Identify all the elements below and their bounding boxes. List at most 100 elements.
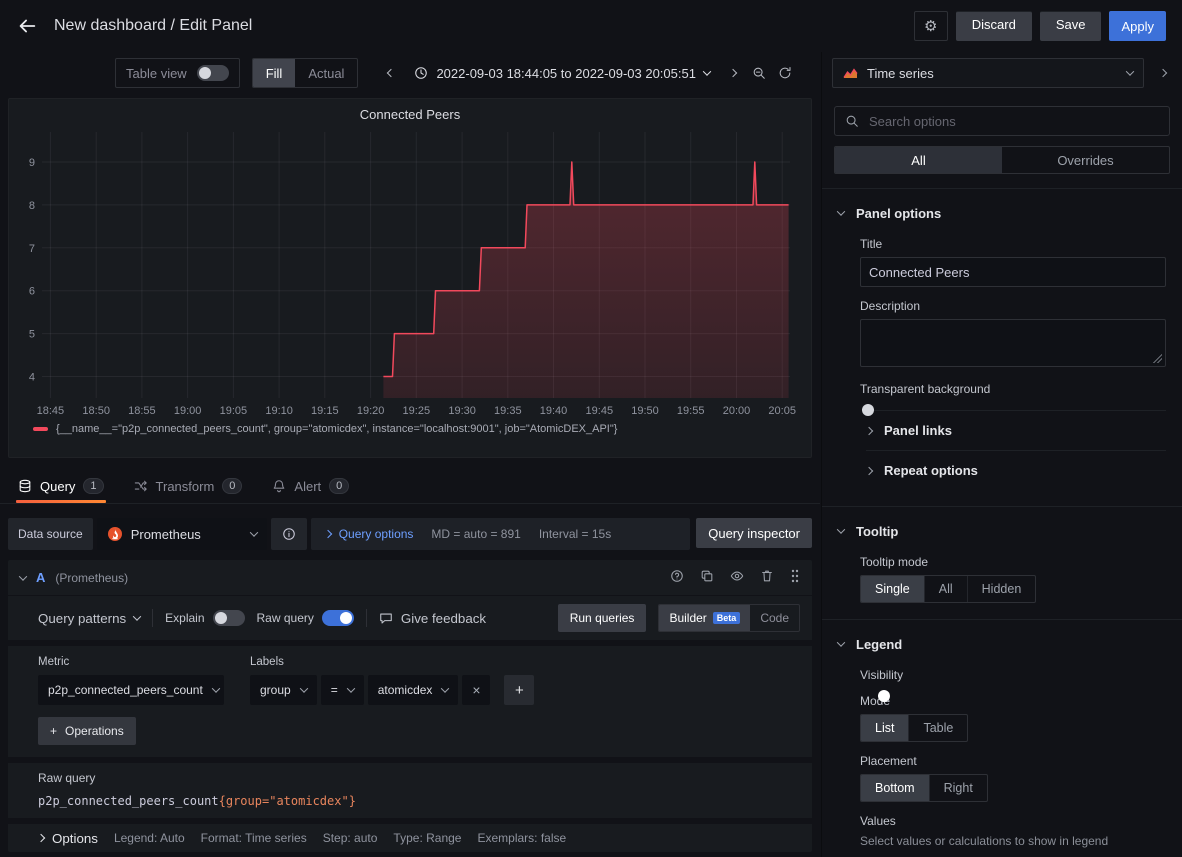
svg-text:19:50: 19:50 <box>631 405 659 417</box>
discard-button[interactable]: Discard <box>956 11 1032 41</box>
datasource-help-button[interactable] <box>271 518 307 550</box>
prometheus-icon <box>107 526 123 542</box>
time-shift-back-button[interactable] <box>378 58 404 88</box>
info-circle-icon <box>282 527 296 541</box>
legend-mode-table[interactable]: Table <box>908 715 967 741</box>
pane-resize-handle[interactable] <box>0 458 820 470</box>
zoom-out-button[interactable] <box>746 58 772 88</box>
operations-section: + Operations <box>8 713 812 757</box>
query-row-header[interactable]: A (Prometheus) <box>8 560 812 596</box>
label-value-select[interactable]: atomicdex <box>368 675 459 705</box>
tab-query[interactable]: Query 1 <box>16 478 106 503</box>
metric-select[interactable]: p2p_connected_peers_count <box>38 675 224 705</box>
give-feedback-link[interactable]: Give feedback <box>379 611 486 626</box>
svg-text:9: 9 <box>29 157 35 169</box>
builder-mode-button[interactable]: Builder Beta <box>659 605 750 631</box>
panel-links-toggle[interactable]: Panel links <box>866 410 1166 450</box>
svg-text:19:45: 19:45 <box>586 405 614 417</box>
duplicate-query-button[interactable] <box>700 569 714 586</box>
add-operation-button[interactable]: + Operations <box>38 717 136 745</box>
legend-placement-right[interactable]: Right <box>929 775 987 801</box>
svg-text:7: 7 <box>29 243 35 255</box>
time-range-picker[interactable]: 2022-09-03 18:44:05 to 2022-09-03 20:05:… <box>404 58 720 88</box>
svg-text:18:55: 18:55 <box>128 405 156 417</box>
tooltip-mode-single[interactable]: Single <box>861 576 924 602</box>
query-help-button[interactable] <box>670 569 684 586</box>
label-key-select[interactable]: group <box>250 675 317 705</box>
tab-alert[interactable]: Alert 0 <box>270 478 351 503</box>
display-mode-fill[interactable]: Fill <box>253 59 296 87</box>
clock-icon <box>414 66 428 80</box>
labels-label: Labels <box>250 656 534 668</box>
panel-title-input[interactable] <box>860 257 1166 287</box>
tooltip-mode-all[interactable]: All <box>924 576 967 602</box>
code-mode-button[interactable]: Code <box>750 605 799 631</box>
time-series-chart[interactable]: 45678918:4518:5018:5519:0019:0519:1019:1… <box>18 124 802 422</box>
panel-settings-button[interactable]: ⚙ <box>914 11 948 41</box>
remove-query-button[interactable] <box>760 569 774 586</box>
back-button[interactable] <box>16 15 38 37</box>
collapse-options-pane-button[interactable] <box>1150 58 1176 88</box>
filter-tab-all[interactable]: All <box>835 147 1002 173</box>
panel-description-textarea[interactable] <box>860 319 1166 367</box>
label-operator-select[interactable]: = <box>321 675 364 705</box>
drag-handle[interactable] <box>790 568 800 587</box>
panel-options-header[interactable]: Panel options <box>838 201 941 225</box>
table-view-switch[interactable] <box>197 65 229 81</box>
raw-query-title: Raw query <box>38 771 800 785</box>
tab-alert-count: 0 <box>329 478 349 494</box>
legend-header[interactable]: Legend <box>838 632 902 656</box>
raw-query-switch[interactable] <box>322 610 354 626</box>
query-patterns-dropdown[interactable]: Query patterns <box>38 611 140 626</box>
panel-connected-peers: Connected Peers 45678918:4518:5018:5519:… <box>8 98 812 458</box>
svg-text:19:15: 19:15 <box>311 405 339 417</box>
panel-options-body: Title Description Transparent background… <box>838 237 1166 490</box>
label-value-text: atomicdex <box>378 683 433 697</box>
remove-label-filter-button[interactable]: × <box>462 675 490 705</box>
footer-format-stat: Format: Time series <box>201 831 307 845</box>
time-shift-forward-button[interactable] <box>720 58 746 88</box>
options-collapse-toggle[interactable]: Options <box>38 831 98 846</box>
grip-dots-icon <box>790 568 800 584</box>
query-inspector-button[interactable]: Query inspector <box>696 518 812 548</box>
chevron-down-icon <box>1126 67 1134 75</box>
repeat-options-toggle[interactable]: Repeat options <box>866 450 1166 490</box>
explain-switch[interactable] <box>213 610 245 626</box>
tab-transform[interactable]: Transform 0 <box>132 478 245 503</box>
resize-grip-icon[interactable] <box>1153 354 1162 363</box>
legend-mode-list[interactable]: List <box>861 715 908 741</box>
add-label-filter-button[interactable]: + <box>504 675 534 705</box>
filter-tab-overrides[interactable]: Overrides <box>1002 147 1169 173</box>
visualization-picker[interactable]: Time series <box>832 58 1144 88</box>
options-sections: Panel options Title Description Transpar… <box>822 188 1182 857</box>
svg-text:8: 8 <box>29 200 35 212</box>
apply-button[interactable]: Apply <box>1109 11 1166 41</box>
chevron-right-icon <box>37 834 45 842</box>
svg-text:19:30: 19:30 <box>448 405 476 417</box>
trash-icon <box>760 569 774 583</box>
query-options-toggle[interactable]: Query options <box>325 527 414 541</box>
tooltip-mode-hidden[interactable]: Hidden <box>967 576 1036 602</box>
plus-icon: + <box>50 724 57 738</box>
display-mode-actual[interactable]: Actual <box>295 59 357 87</box>
chart-legend[interactable]: {__name__="p2p_connected_peers_count", g… <box>9 422 811 435</box>
collapse-query-icon[interactable] <box>19 572 27 580</box>
refresh-icon <box>778 66 792 80</box>
query-ref-id[interactable]: A <box>36 570 45 585</box>
tab-alert-label: Alert <box>294 479 321 494</box>
eye-icon <box>730 569 744 583</box>
chevron-right-icon <box>323 530 331 538</box>
options-search-input[interactable] <box>867 113 1159 130</box>
datasource-picker[interactable]: Prometheus <box>97 518 267 550</box>
search-icon <box>845 114 859 128</box>
copy-icon <box>700 569 714 583</box>
tooltip-header[interactable]: Tooltip <box>838 519 898 543</box>
refresh-button[interactable] <box>772 58 798 88</box>
transform-icon <box>134 479 148 493</box>
disable-query-button[interactable] <box>730 569 744 586</box>
help-circle-icon <box>670 569 684 583</box>
save-button[interactable]: Save <box>1040 11 1102 41</box>
legend-placement-bottom[interactable]: Bottom <box>861 775 929 801</box>
run-queries-button[interactable]: Run queries <box>558 604 647 632</box>
divider <box>366 609 367 627</box>
